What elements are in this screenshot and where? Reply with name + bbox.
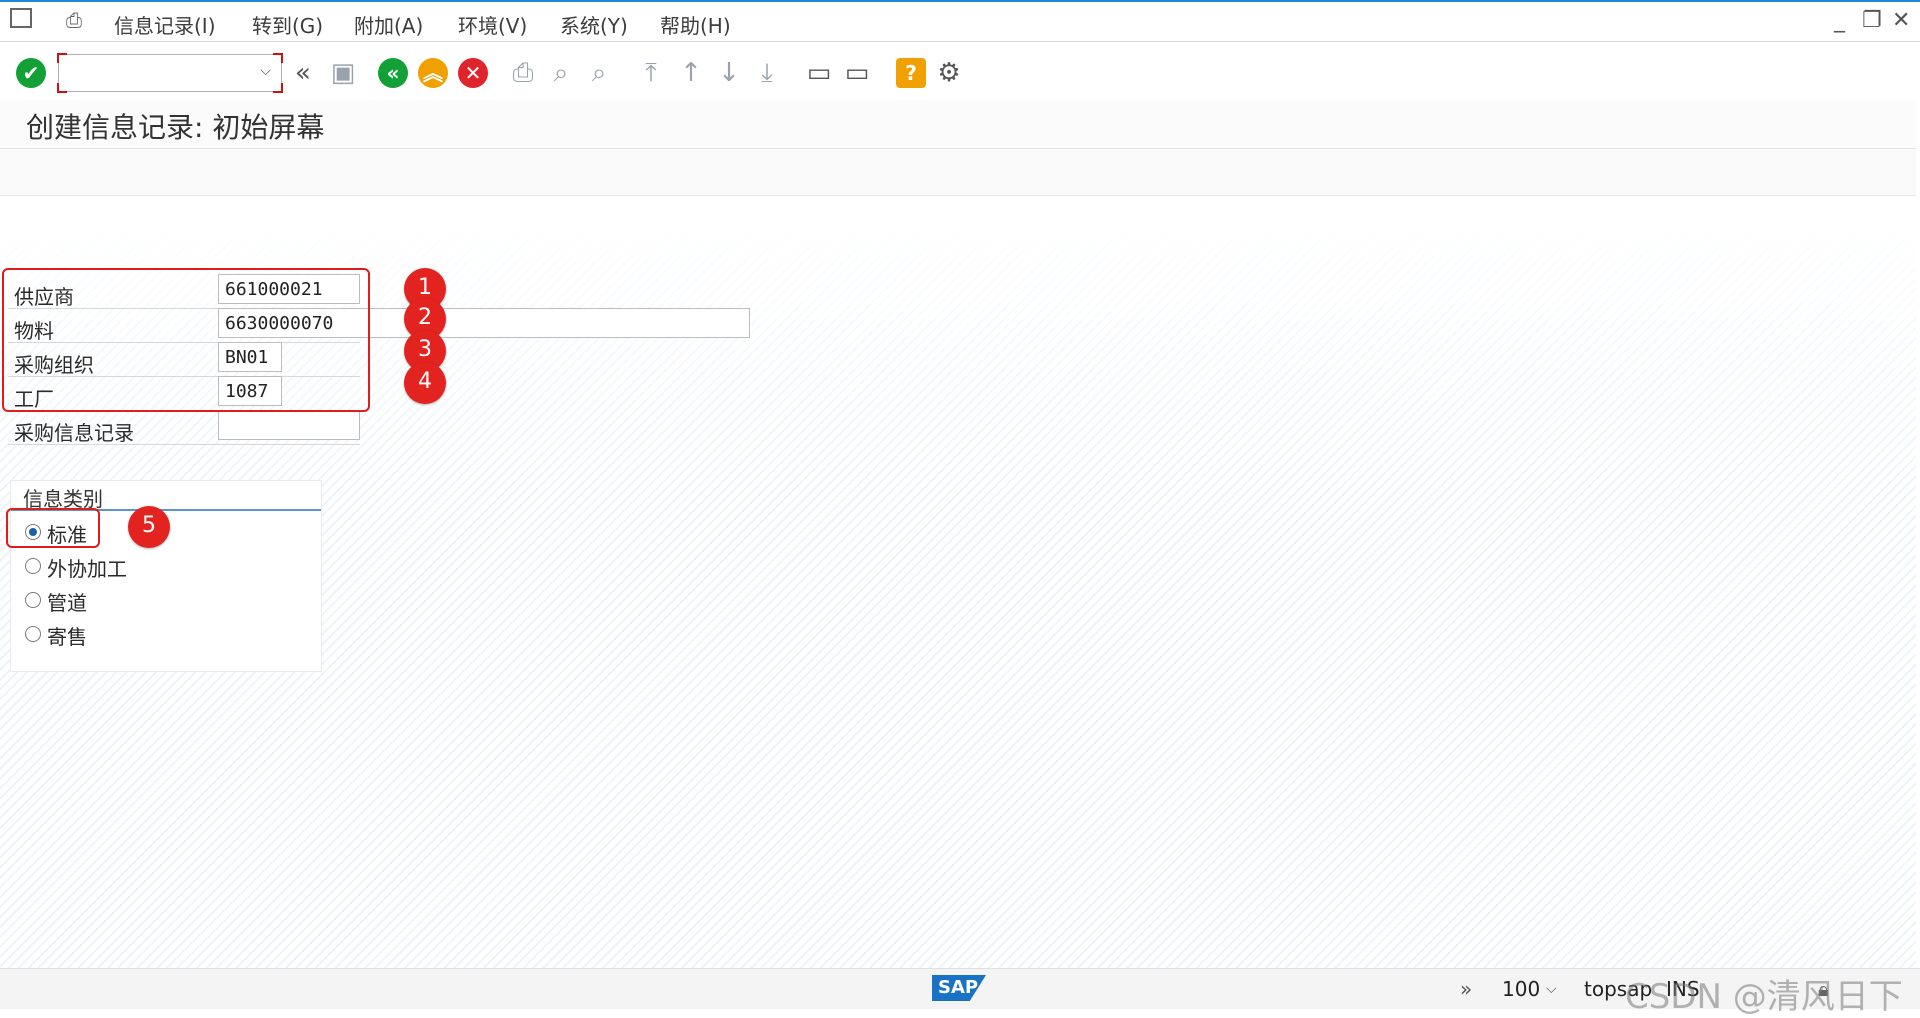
menu-extras[interactable]: 附加(A)	[354, 10, 423, 39]
find-next-icon[interactable]: ⌕	[584, 58, 614, 88]
menu-environment[interactable]: 环境(V)	[458, 10, 527, 39]
standard-toolbar: ✔ ⌵ « ▣ « ︽ ✕ ⎙ ⌕ ⌕ ⤒ ↑ ↓ ⤓ ▭ ▭ ? ⚙	[0, 42, 1920, 100]
back-icon[interactable]: «	[378, 58, 408, 88]
menu-help[interactable]: 帮助(H)	[660, 10, 731, 39]
double-chevron-left-icon[interactable]: «	[288, 58, 318, 88]
last-page-icon[interactable]: ⤓	[752, 58, 782, 88]
watermark: CSDN @清风日下	[1625, 977, 1903, 1017]
info-record-row: 采购信息记录	[8, 410, 360, 445]
chevron-down-icon[interactable]: ⌵	[1546, 981, 1557, 997]
info-record-label: 采购信息记录	[14, 421, 134, 445]
print-icon[interactable]: ⎙	[508, 58, 538, 88]
system-menu-icon[interactable]	[10, 8, 32, 28]
next-page-icon[interactable]: ↓	[714, 58, 744, 88]
gear-icon[interactable]: ⚙	[934, 58, 964, 88]
previous-page-icon[interactable]: ↑	[676, 58, 706, 88]
menu-goto[interactable]: 转到(G)	[252, 10, 323, 39]
help-icon[interactable]: ?	[896, 58, 926, 88]
shortcut-icon[interactable]: ▭	[842, 58, 872, 88]
radio-button[interactable]	[25, 558, 41, 574]
chevron-down-icon[interactable]: ⌵	[260, 63, 271, 79]
find-icon[interactable]: ⌕	[546, 58, 576, 88]
zoom-level[interactable]: 100	[1502, 977, 1540, 1001]
radio-label-subcontracting: 外协加工	[47, 557, 127, 581]
menu-info-record[interactable]: 信息记录(I)	[114, 10, 216, 39]
annotation-badge-4: 4	[404, 362, 446, 404]
menu-system[interactable]: 系统(Y)	[560, 10, 628, 39]
radio-button[interactable]	[25, 592, 41, 608]
sap-logo: SAP	[932, 975, 986, 1001]
new-session-icon[interactable]: ▭	[804, 58, 834, 88]
radio-label-pipeline: 管道	[47, 591, 87, 615]
radio-label-consignment: 寄售	[47, 625, 87, 649]
save-icon[interactable]: ▣	[328, 58, 358, 88]
command-field[interactable]: ⌵	[57, 53, 283, 93]
restore-button[interactable]: ❐	[1862, 8, 1882, 33]
page-title: 创建信息记录: 初始屏幕	[26, 111, 325, 144]
menu-bar: ⎙ 信息记录(I) 转到(G) 附加(A) 环境(V) 系统(Y) 帮助(H) …	[0, 0, 1920, 42]
enter-check-icon[interactable]: ✔	[16, 58, 46, 88]
highlight-box-standard	[6, 508, 100, 548]
highlight-box-fields	[2, 268, 370, 412]
status-bar: SAP » 100 ⌵ topsap INS 🔒︎ CSDN @清风日下	[0, 968, 1920, 1017]
exit-icon[interactable]: ︽	[418, 58, 448, 88]
expand-status-icon[interactable]: »	[1460, 977, 1472, 1001]
radio-button[interactable]	[25, 626, 41, 642]
close-button[interactable]: ✕	[1892, 8, 1910, 33]
application-toolbar	[0, 149, 1916, 196]
customize-icon[interactable]: ⎙	[66, 8, 82, 32]
info-record-field[interactable]	[218, 410, 360, 440]
first-page-icon[interactable]: ⤒	[636, 58, 666, 88]
minimize-button[interactable]: _	[1834, 8, 1845, 33]
annotation-badge-5: 5	[128, 506, 170, 548]
cancel-icon[interactable]: ✕	[458, 58, 488, 88]
title-bar: 创建信息记录: 初始屏幕	[0, 100, 1916, 149]
